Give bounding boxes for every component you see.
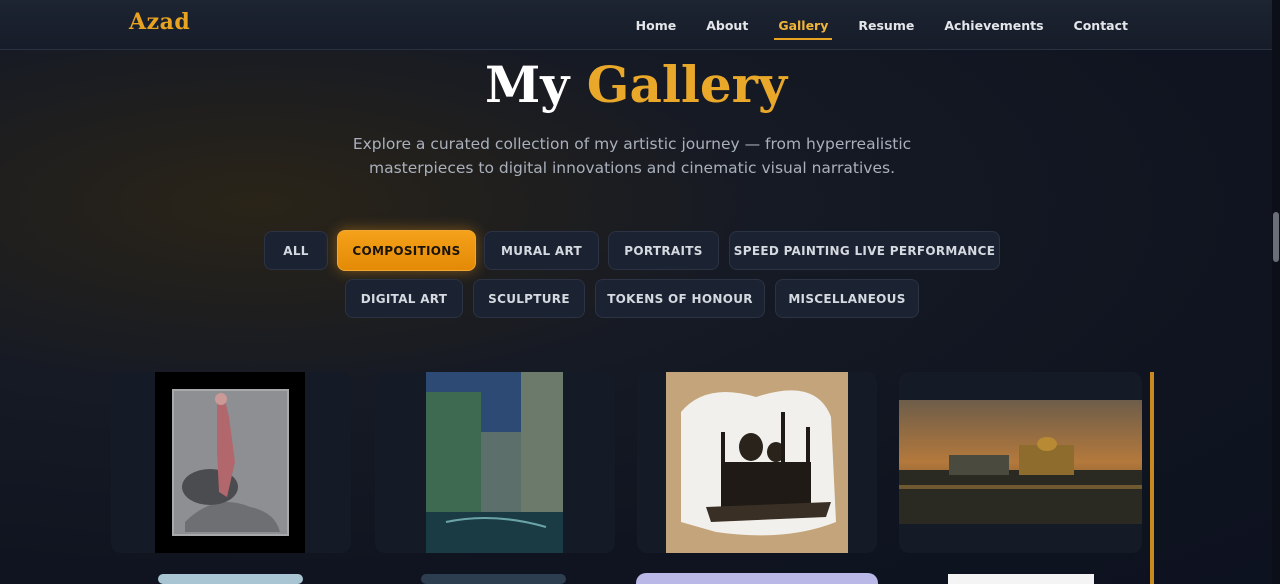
venice-canal-painting[interactable] [426,372,563,553]
page-subtitle: Explore a curated collection of my artis… [350,132,914,180]
gallery-card-2[interactable] [375,372,615,553]
filter-miscellaneous[interactable]: MISCELLANEOUS [775,279,919,318]
gallery-card-7[interactable] [636,573,878,584]
nav-about[interactable]: About [706,14,748,37]
site-logo[interactable]: Azad [129,9,190,35]
figure-sketch-artwork[interactable] [155,372,305,553]
mosque-sketch-artwork[interactable] [666,372,848,553]
filter-speed-painting[interactable]: SPEED PAINTING LIVE PERFORMANCE [729,231,1000,270]
top-navbar: Azad Home About Gallery Resume Achieveme… [0,0,1272,50]
gallery-card-6[interactable] [421,574,566,584]
nav-contact[interactable]: Contact [1074,14,1128,37]
filter-sculpture[interactable]: SCULPTURE [473,279,585,318]
mosque-sketch-image [666,372,848,553]
nav-gallery[interactable]: Gallery [774,14,833,40]
gallery-card-8[interactable] [948,574,1094,584]
filter-digital-art[interactable]: DIGITAL ART [345,279,463,318]
figure-sketch-image [172,389,289,536]
scrollbar-thumb[interactable] [1273,212,1279,262]
gallery-card-4[interactable] [899,372,1142,553]
filter-compositions[interactable]: COMPOSITIONS [337,230,476,271]
scroll-progress-indicator [1150,372,1154,584]
golden-temple-painting[interactable] [899,400,1142,524]
title-plain: My [484,55,570,114]
nav-home[interactable]: Home [636,14,677,37]
filter-mural-art[interactable]: MURAL ART [484,231,599,270]
venice-canal-image [426,372,563,553]
subtitle-line-1: Explore a curated collection of my artis… [352,135,912,153]
gallery-card-3[interactable] [637,372,877,553]
filter-all[interactable]: ALL [264,231,328,270]
nav-achievements[interactable]: Achievements [944,14,1043,37]
golden-temple-image [899,400,1142,524]
main-nav: Home About Gallery Resume Achievements C… [636,0,1128,50]
filter-portraits[interactable]: PORTRAITS [608,231,719,270]
filter-tokens-of-honour[interactable]: TOKENS OF HONOUR [595,279,765,318]
nav-resume[interactable]: Resume [858,14,914,37]
title-accent: Gallery [586,55,788,114]
gallery-card-1[interactable] [111,372,351,553]
page-scrollbar[interactable] [1272,0,1280,584]
subtitle-line-2: masterpieces to digital innovations and … [369,159,895,177]
gallery-card-5[interactable] [158,574,303,584]
page-title: My Gallery [0,55,1272,114]
